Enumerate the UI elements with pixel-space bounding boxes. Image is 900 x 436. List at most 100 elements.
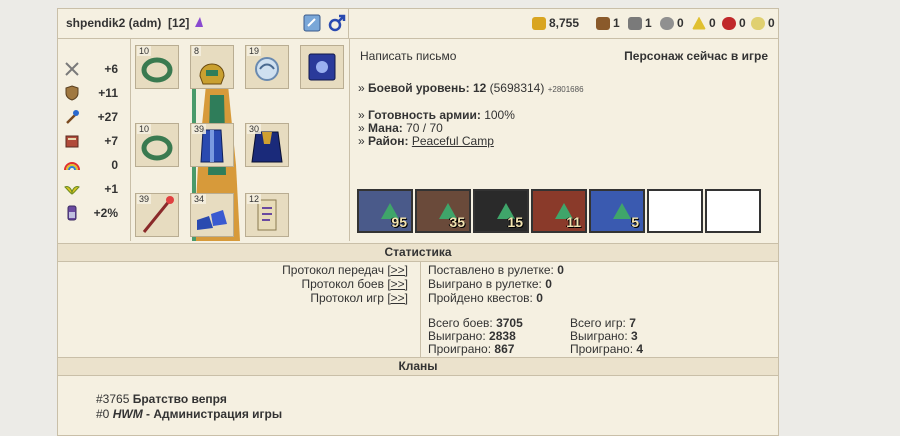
boots-slot[interactable]: 34	[190, 193, 234, 237]
notebook-icon[interactable]	[303, 14, 321, 32]
resource-crystal-value: 0	[739, 16, 746, 30]
quests-value: 0	[536, 291, 543, 305]
clan-tag[interactable]: HWM	[113, 407, 143, 421]
army-unit[interactable]: 5	[589, 189, 645, 233]
resource-ore: 1	[628, 16, 652, 30]
stat-defense-value: +11	[98, 86, 118, 100]
protocol-links: Протокол передач [>>] Протокол боев [>>]…	[58, 261, 421, 367]
resource-gold-value: 8,755	[549, 16, 580, 30]
battles-lost: Проиграно: 867	[428, 342, 514, 356]
stat-spellpower: +27	[62, 107, 124, 127]
mana-label: Мана:	[368, 121, 403, 135]
army-row: 95 35 15 11 5	[357, 189, 761, 233]
hero-stats: +6 +11 +27 +7 0 +1 +2%	[58, 39, 131, 241]
unit-count: 5	[631, 214, 639, 230]
resource-mercury-value: 0	[677, 16, 684, 30]
attack-swords-icon	[65, 62, 79, 76]
clan-name-link[interactable]: Братство вепря	[133, 392, 227, 406]
protocol-transfers-link[interactable]: [>>]	[387, 263, 408, 277]
battles-won-label: Выиграно:	[428, 329, 486, 343]
stat-knowledge: +7	[62, 131, 124, 151]
character-info: Написать письмо Персонаж сейчас в игре »…	[350, 39, 778, 241]
stat-spellpower-value: +27	[97, 110, 118, 124]
scroll-slot[interactable]: 12	[245, 193, 289, 237]
online-status: Персонаж сейчас в игре	[624, 49, 768, 63]
ring-right-slot[interactable]: 10	[135, 123, 179, 167]
sulfur-icon	[692, 16, 706, 30]
games-won-label: Выиграно:	[570, 329, 628, 343]
character-header: shpendik2 (adm) [12] 8,755 1 1 0 0 0 0	[58, 9, 778, 39]
clan-name-link[interactable]: - Администрация игры	[143, 407, 282, 421]
games-total: Всего игр: 7	[570, 316, 636, 330]
resource-sulfur-value: 0	[709, 16, 716, 30]
resource-gems-value: 0	[768, 16, 775, 30]
mana-line: » Мана: 70 / 70	[358, 121, 443, 135]
army-unit[interactable]: 35	[415, 189, 471, 233]
player-name[interactable]: shpendik2 (adm) [12]	[66, 16, 205, 30]
slot-level: 39	[192, 124, 207, 134]
resource-gold: 8,755	[532, 16, 579, 30]
battles-total-value: 3705	[496, 316, 523, 330]
weapon-slot[interactable]: 39	[135, 193, 179, 237]
quests-done: Пройдено квестов: 0	[428, 291, 543, 305]
armor-slot[interactable]: 39	[190, 123, 234, 167]
army-ready-value: 100%	[484, 108, 515, 122]
gold-icon	[532, 16, 546, 30]
unit-count: 35	[449, 214, 465, 230]
combat-level-value: 12	[472, 81, 487, 95]
amulet-slot[interactable]: 19	[245, 45, 289, 89]
spellbook-slot[interactable]	[300, 45, 344, 89]
ore-icon	[628, 16, 642, 30]
battles-won: Выиграно: 2838	[428, 329, 516, 343]
district-link[interactable]: Peaceful Camp	[412, 134, 494, 148]
stat-luck-value: 0	[111, 158, 118, 172]
gender-male-icon	[328, 14, 346, 32]
army-slot-empty	[705, 189, 761, 233]
roulette-bet-label: Поставлено в рулетке:	[428, 263, 554, 277]
games-total-label: Всего игр:	[570, 316, 626, 330]
combat-exp-delta: +2801686	[547, 85, 584, 94]
army-unit[interactable]: 15	[473, 189, 529, 233]
combat-level-line: » Боевой уровень: 12 (5698314) +2801686	[358, 81, 584, 95]
defense-shield-icon	[65, 85, 79, 101]
mercury-icon	[660, 16, 674, 30]
helmet-slot[interactable]: 8	[190, 45, 234, 89]
stat-morale: +1	[62, 179, 124, 199]
protocol-games-link[interactable]: [>>]	[387, 291, 408, 305]
battles-total-label: Всего боев:	[428, 316, 493, 330]
slot-level: 34	[192, 194, 207, 204]
protocol-battles-link[interactable]: [>>]	[387, 277, 408, 291]
write-letter-link[interactable]: Написать письмо	[360, 49, 456, 63]
resource-mercury: 0	[660, 16, 684, 30]
slot-level: 19	[247, 46, 262, 56]
protocol-label: Протокол игр	[310, 291, 384, 305]
crystal-icon	[722, 16, 736, 30]
army-unit[interactable]: 11	[531, 189, 587, 233]
games-total-value: 7	[629, 316, 636, 330]
cloak-slot[interactable]: 30	[245, 123, 289, 167]
slot-level: 12	[247, 194, 262, 204]
gems-icon	[751, 16, 765, 30]
roulette-won-label: Выиграно в рулетке:	[428, 277, 542, 291]
stat-luck: 0	[62, 155, 124, 175]
stat-initiative: +2%	[62, 203, 124, 223]
equipment-panel: 10 8 19 10 39 30 39 34 12	[131, 39, 350, 241]
protocol-label: Протокол боев	[301, 277, 384, 291]
stat-attack: +6	[62, 59, 124, 79]
roulette-bet-value: 0	[557, 263, 564, 277]
spellbook-icon	[308, 53, 336, 81]
battles-won-value: 2838	[489, 329, 516, 343]
battles-lost-label: Проиграно:	[428, 342, 492, 356]
protocol-battles: Протокол боев [>>]	[301, 277, 408, 291]
army-ready-label: Готовность армии:	[368, 108, 481, 122]
district-label: Район:	[368, 134, 409, 148]
ring-left-slot[interactable]: 10	[135, 45, 179, 89]
resource-sulfur: 0	[692, 16, 716, 30]
games-lost-label: Проиграно:	[570, 342, 634, 356]
army-unit[interactable]: 95	[357, 189, 413, 233]
battles-total: Всего боев: 3705	[428, 316, 523, 330]
stat-defense: +11	[62, 83, 124, 103]
stat-knowledge-value: +7	[104, 134, 118, 148]
statistics-title: Статистика	[58, 243, 778, 262]
initiative-icon	[67, 205, 77, 221]
